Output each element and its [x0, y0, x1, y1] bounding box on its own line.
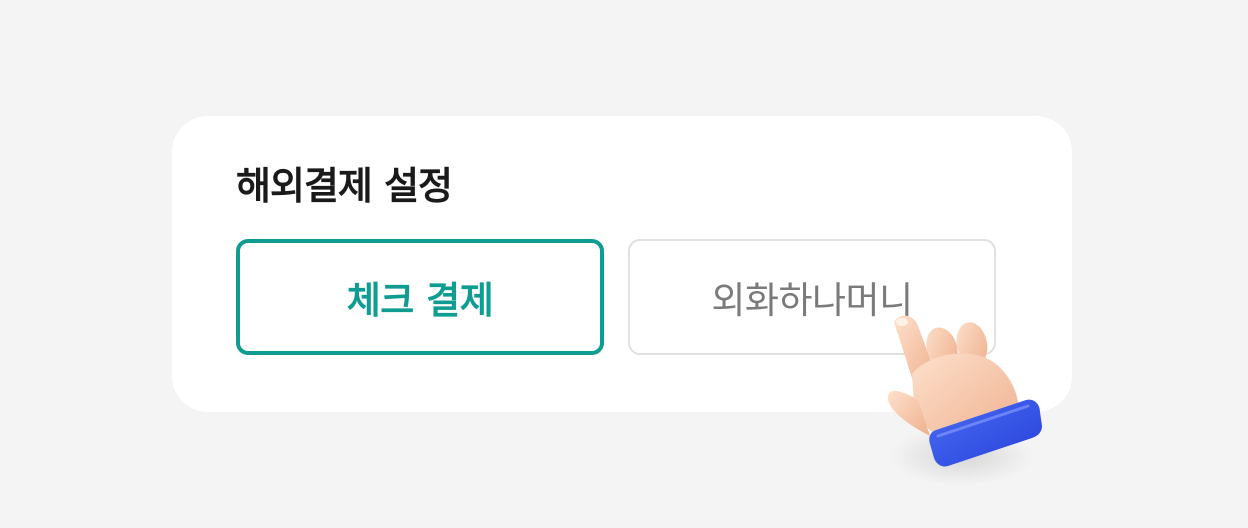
- check-payment-option[interactable]: 체크 결제: [236, 239, 604, 355]
- pointing-hand-icon: [887, 315, 1042, 486]
- settings-title: 해외결제 설정: [236, 164, 453, 208]
- check-payment-label: 체크 결제: [346, 279, 494, 322]
